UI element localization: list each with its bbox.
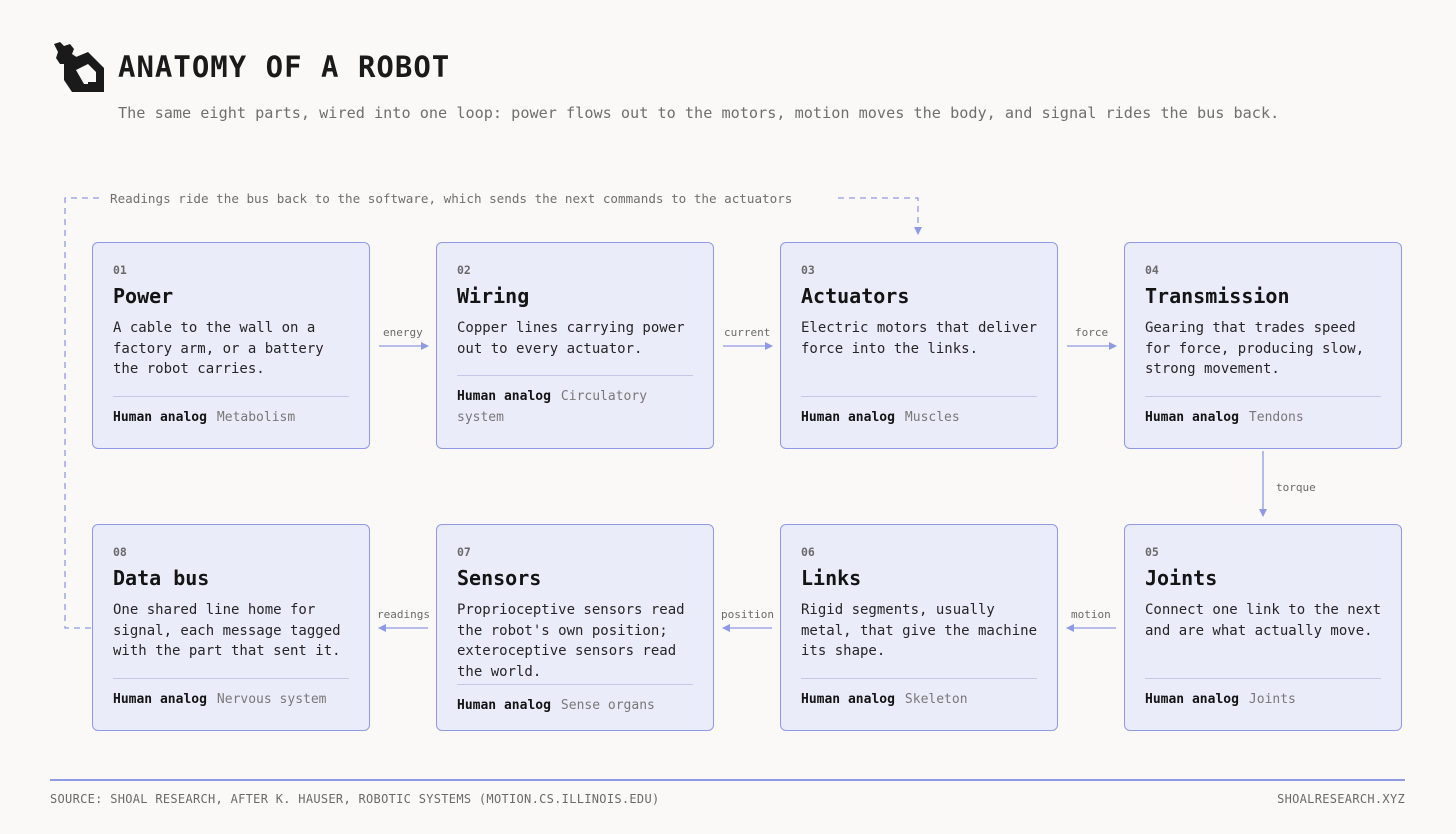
- analog-value: Tendons: [1248, 409, 1304, 425]
- part-name: Transmission: [1145, 284, 1290, 308]
- part-number: 06: [801, 545, 815, 559]
- part-description: A cable to the wall on a factory arm, or…: [113, 320, 324, 377]
- part-analog: Human analog Sense organs: [457, 683, 693, 717]
- part-number: 07: [457, 545, 471, 559]
- edge-label-energy: energy: [383, 326, 423, 339]
- analog-value: Muscles: [904, 409, 960, 425]
- analog-key: Human analog: [801, 691, 895, 707]
- part-analog: Human analog Metabolism: [113, 395, 349, 429]
- part-number: 08: [113, 545, 127, 559]
- part-card-data-bus: 08 Data bus One shared line home for sig…: [92, 524, 370, 731]
- analog-key: Human analog: [1145, 409, 1239, 425]
- part-analog: Human analog Skeleton: [801, 677, 1037, 711]
- part-name: Actuators: [801, 284, 910, 308]
- analog-key: Human analog: [1145, 691, 1239, 707]
- analog-value: Joints: [1248, 691, 1296, 707]
- part-number: 01: [113, 263, 127, 277]
- part-card-joints: 05 Joints Connect one link to the next a…: [1124, 524, 1402, 731]
- source-credit: SOURCE: SHOAL RESEARCH, AFTER K. HAUSER,…: [50, 792, 660, 806]
- analog-value: Sense organs: [560, 697, 655, 713]
- part-description: Proprioceptive sensors read the robot's …: [457, 602, 685, 680]
- part-card-power: 01 Power A cable to the wall on a factor…: [92, 242, 370, 449]
- part-name: Power: [113, 284, 174, 308]
- edge-label-readings: readings: [377, 608, 430, 621]
- part-description: Connect one link to the next and are wha…: [1145, 602, 1382, 639]
- part-card-actuators: 03 Actuators Electric motors that delive…: [780, 242, 1058, 449]
- part-analog: Human analog Circulatory system: [457, 375, 693, 428]
- part-card-sensors: 07 Sensors Proprioceptive sensors read t…: [436, 524, 714, 731]
- analog-value: Nervous system: [216, 691, 327, 707]
- part-description: One shared line home for signal, each me…: [113, 602, 341, 659]
- part-number: 05: [1145, 545, 1159, 559]
- part-name: Wiring: [457, 284, 530, 308]
- site-credit: SHOALRESEARCH.XYZ: [1277, 792, 1405, 806]
- part-description: Gearing that trades speed for force, pro…: [1145, 320, 1365, 377]
- part-number: 03: [801, 263, 815, 277]
- edge-label-position: position: [721, 608, 774, 621]
- part-analog: Human analog Muscles: [801, 395, 1037, 429]
- feedback-loop-label: Readings ride the bus back to the softwa…: [104, 191, 799, 206]
- edge-label-motion: motion: [1071, 608, 1111, 621]
- part-card-wiring: 02 Wiring Copper lines carrying power ou…: [436, 242, 714, 449]
- part-description: Copper lines carrying power out to every…: [457, 320, 685, 357]
- part-description: Electric motors that deliver force into …: [801, 320, 1038, 357]
- part-card-links: 06 Links Rigid segments, usually metal, …: [780, 524, 1058, 731]
- footer-rule: [50, 779, 1405, 781]
- part-card-transmission: 04 Transmission Gearing that trades spee…: [1124, 242, 1402, 449]
- part-analog: Human analog Nervous system: [113, 677, 349, 711]
- part-analog: Human analog Joints: [1145, 677, 1381, 711]
- part-name: Links: [801, 566, 862, 590]
- analog-key: Human analog: [113, 409, 207, 425]
- edge-label-current: current: [724, 326, 771, 339]
- analog-value: Skeleton: [904, 691, 968, 707]
- edge-label-torque: torque: [1276, 481, 1316, 494]
- part-name: Joints: [1145, 566, 1218, 590]
- feedback-loop-return: [838, 197, 922, 235]
- part-analog: Human analog Tendons: [1145, 395, 1381, 429]
- part-name: Data bus: [113, 566, 210, 590]
- analog-key: Human analog: [801, 409, 895, 425]
- edge-label-force: force: [1075, 326, 1109, 339]
- analog-key: Human analog: [457, 697, 551, 713]
- part-description: Rigid segments, usually metal, that give…: [801, 602, 1038, 659]
- part-name: Sensors: [457, 566, 542, 590]
- analog-value: Metabolism: [216, 409, 296, 425]
- analog-key: Human analog: [113, 691, 207, 707]
- part-number: 04: [1145, 263, 1159, 277]
- part-number: 02: [457, 263, 471, 277]
- analog-key: Human analog: [457, 389, 551, 404]
